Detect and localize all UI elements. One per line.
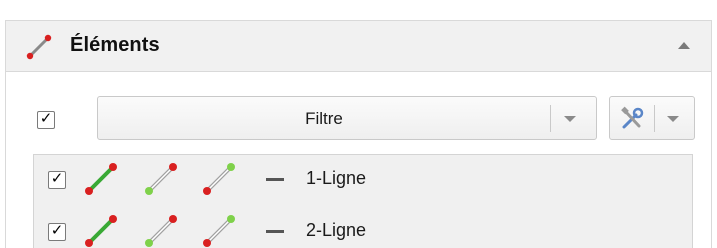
dash-icon (266, 178, 284, 181)
line-style-gray-red-icon[interactable] (140, 210, 182, 248)
chevron-up-icon[interactable] (677, 40, 691, 50)
tools-menu-button[interactable] (609, 96, 695, 140)
line-style-gray-green-icon[interactable] (198, 158, 240, 200)
element-list: ✓ 1-Ligne ✓ 2-Ligne (33, 154, 693, 248)
combo-divider (550, 105, 551, 132)
element-name: 2-Ligne (306, 220, 367, 240)
segment-icon (26, 34, 52, 60)
elements-panel: Éléments ✓ Filtre ✓ 1-Ligne ✓ 2-Ligne (0, 0, 717, 248)
element-visibility-checkbox[interactable]: ✓ (48, 169, 66, 189)
checkmark-icon: ✓ (50, 169, 64, 187)
panel-header[interactable]: Éléments (5, 20, 712, 72)
checkmark-icon: ✓ (39, 109, 53, 127)
panel-body: ✓ Filtre ✓ 1-Ligne ✓ 2-Ligne (5, 72, 712, 248)
chevron-down-icon[interactable] (667, 115, 679, 123)
line-style-gray-red-icon[interactable] (140, 158, 182, 200)
line-style-green-icon[interactable] (80, 210, 122, 248)
list-item[interactable]: ✓ (34, 207, 692, 248)
panel-title: Éléments (70, 34, 160, 56)
dash-icon (266, 230, 284, 233)
chevron-down-icon[interactable] (564, 115, 576, 123)
wrench-screwdriver-icon[interactable] (618, 105, 646, 133)
filter-label: Filtre (305, 109, 343, 128)
line-style-green-icon[interactable] (80, 158, 122, 200)
checkmark-icon: ✓ (50, 221, 64, 239)
element-visibility-checkbox[interactable]: ✓ (48, 221, 66, 241)
filter-combobox[interactable]: Filtre (97, 96, 597, 140)
combo-divider (654, 105, 655, 132)
list-item[interactable]: ✓ (34, 155, 692, 201)
element-name: 1-Ligne (306, 168, 367, 188)
line-style-gray-green-icon[interactable] (198, 210, 240, 248)
show-all-checkbox[interactable]: ✓ (37, 109, 55, 129)
